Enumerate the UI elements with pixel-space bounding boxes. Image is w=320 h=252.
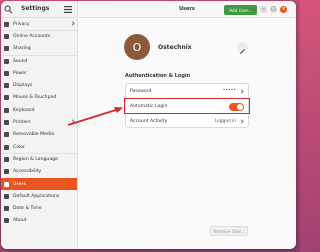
sharing-icon	[4, 46, 9, 52]
region-icon	[4, 157, 9, 163]
sidebar-item-color[interactable]: Color	[1, 141, 77, 153]
online-accounts-icon	[4, 34, 9, 40]
keyboard-icon	[4, 107, 9, 113]
sidebar-item-label: Removable Media	[13, 132, 54, 138]
sidebar-header: Settings	[1, 1, 77, 18]
displays-icon	[4, 83, 9, 89]
sidebar-item-label: Users	[13, 181, 26, 187]
sidebar-item-accessibility[interactable]: Accessibility	[1, 166, 77, 178]
printer-icon	[4, 120, 9, 126]
sidebar-item-label: Displays	[13, 83, 33, 89]
about-icon	[4, 218, 9, 224]
privacy-icon	[4, 21, 9, 27]
clock-icon	[4, 206, 9, 212]
accessibility-icon	[4, 169, 9, 175]
sound-icon	[4, 59, 9, 65]
sidebar: Settings Privacy Online Accounts Sharing…	[1, 1, 78, 249]
add-user-button[interactable]: Add User...	[224, 5, 257, 15]
sidebar-item-label: Online Accounts	[13, 34, 51, 40]
pencil-icon	[240, 49, 245, 54]
password-label: Password	[130, 89, 152, 94]
mouse-icon	[4, 95, 9, 101]
sidebar-item-label: Default Applications	[13, 193, 60, 199]
sidebar-item-label: About	[13, 218, 27, 224]
maximize-icon[interactable]: □	[270, 6, 277, 13]
sidebar-item-mouse-touchpad[interactable]: Mouse & Touchpad	[1, 92, 77, 104]
removable-media-icon	[4, 132, 9, 138]
sidebar-item-sound[interactable]: Sound	[1, 54, 77, 67]
users-icon	[4, 181, 9, 187]
edit-name-button[interactable]	[237, 42, 248, 54]
minimize-icon[interactable]: –	[260, 6, 267, 13]
auth-section-title: Authentication & Login	[125, 73, 191, 79]
search-icon[interactable]	[4, 5, 13, 14]
sidebar-item-removable-media[interactable]: Removable Media	[1, 129, 77, 141]
sidebar-item-label: Keyboard	[13, 107, 35, 113]
avatar[interactable]: O	[124, 34, 150, 60]
chevron-right-icon	[70, 119, 75, 124]
chevron-right-icon	[239, 118, 244, 124]
sidebar-item-about[interactable]: About	[1, 215, 77, 227]
hamburger-menu-icon[interactable]	[64, 6, 72, 13]
sidebar-item-label: Privacy	[13, 21, 30, 27]
annotation-highlight-box	[124, 98, 250, 114]
sidebar-item-displays[interactable]: Displays	[1, 79, 77, 91]
sidebar-item-users[interactable]: Users	[1, 177, 77, 191]
sidebar-item-region-language[interactable]: Region & Language	[1, 153, 77, 165]
close-icon[interactable]: ×	[280, 6, 287, 13]
sidebar-list: Privacy Online Accounts Sharing Sound Po…	[1, 18, 77, 227]
color-icon	[4, 144, 9, 150]
username: Ostechnix	[158, 44, 192, 51]
sidebar-item-privacy[interactable]: Privacy	[1, 18, 77, 30]
sidebar-title: Settings	[21, 5, 50, 12]
chevron-right-icon	[70, 21, 75, 26]
sidebar-item-label: Date & Time	[13, 206, 42, 212]
sidebar-item-printers[interactable]: Printers	[1, 116, 77, 128]
password-row[interactable]: Password •••••	[126, 84, 248, 99]
account-activity-value: Logged in	[214, 119, 236, 124]
sidebar-item-label: Mouse & Touchpad	[13, 95, 57, 101]
sidebar-item-label: Color	[13, 144, 25, 150]
remove-user-button[interactable]: Remove User...	[210, 226, 248, 236]
sidebar-item-label: Region & Language	[13, 157, 58, 163]
sidebar-item-power[interactable]: Power	[1, 67, 77, 79]
page-title: Users	[179, 6, 195, 12]
sidebar-item-keyboard[interactable]: Keyboard	[1, 104, 77, 116]
sidebar-item-label: Accessibility	[13, 169, 42, 175]
chevron-right-icon	[239, 88, 244, 94]
sidebar-item-sharing[interactable]: Sharing	[1, 43, 77, 55]
sidebar-item-label: Printers	[13, 120, 31, 126]
account-activity-label: Account Activity	[130, 119, 168, 124]
sidebar-item-date-time[interactable]: Date & Time	[1, 202, 77, 214]
header-bar: Users Add User... – □ ×	[79, 1, 296, 18]
sidebar-item-label: Power	[13, 70, 27, 76]
settings-window: Settings Privacy Online Accounts Sharing…	[1, 1, 296, 249]
sidebar-item-online-accounts[interactable]: Online Accounts	[1, 30, 77, 42]
power-icon	[4, 70, 9, 76]
sidebar-item-default-applications[interactable]: Default Applications	[1, 190, 77, 202]
sidebar-item-label: Sound	[13, 59, 28, 65]
password-value: •••••	[222, 88, 236, 93]
account-activity-row[interactable]: Account Activity Logged in	[126, 114, 248, 129]
sidebar-item-label: Sharing	[13, 46, 31, 52]
main-panel: Users Add User... – □ × O Ostechnix Auth…	[79, 1, 296, 249]
default-apps-icon	[4, 193, 9, 199]
